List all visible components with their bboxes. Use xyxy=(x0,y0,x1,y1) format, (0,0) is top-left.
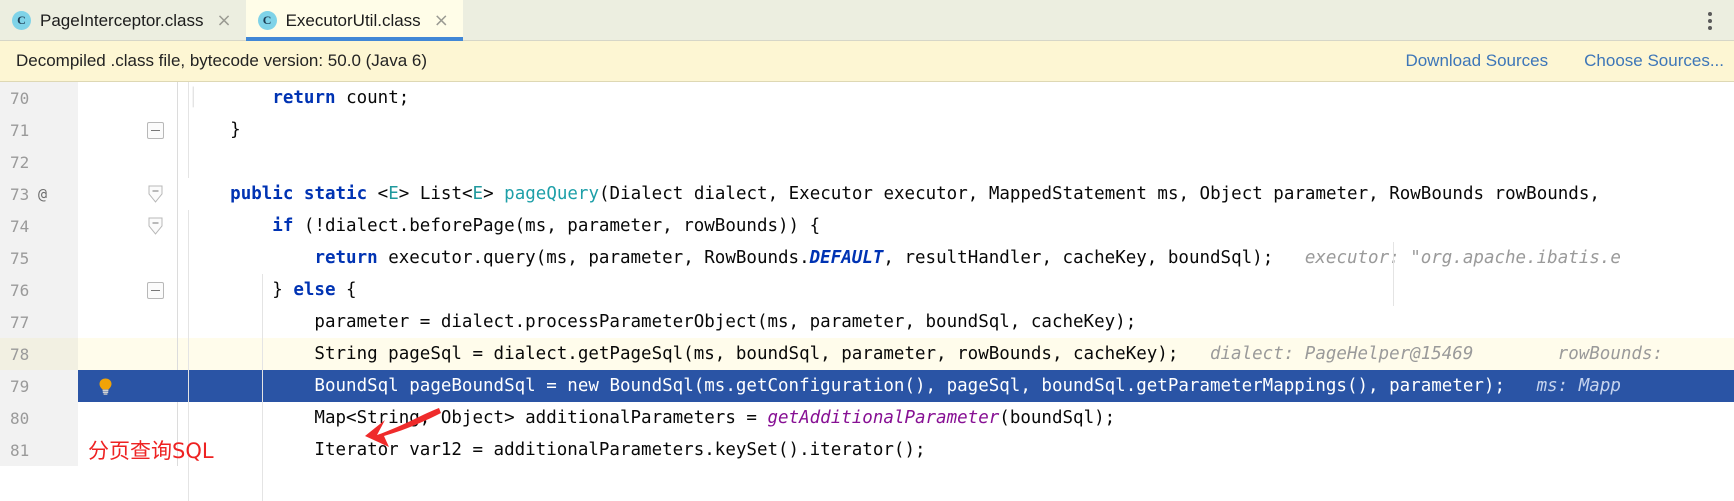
line-number[interactable]: 79 xyxy=(0,370,78,402)
line-number[interactable]: 72 xyxy=(0,146,78,178)
gutter-icon-column[interactable] xyxy=(78,338,132,370)
code-line-row[interactable]: 72 xyxy=(0,146,1734,178)
banner-message: Decompiled .class file, bytecode version… xyxy=(16,51,428,70)
gutter-icon-column[interactable] xyxy=(78,242,132,274)
code-line-row[interactable]: 78 String pageSql = dialect.getPageSql(m… xyxy=(0,338,1734,370)
decompiled-notification-banner: Decompiled .class file, bytecode version… xyxy=(0,41,1734,82)
more-options-icon[interactable] xyxy=(1702,0,1718,41)
tab-label: ExecutorUtil.class xyxy=(285,10,421,30)
kebab-dot xyxy=(1708,25,1712,30)
code-line-row[interactable]: 76 } else { xyxy=(0,274,1734,306)
download-sources-link[interactable]: Download Sources xyxy=(1405,51,1548,71)
text-caret xyxy=(1398,485,1400,501)
code-text: │ return count; xyxy=(188,88,410,108)
fold-expanded-icon[interactable] xyxy=(148,185,163,204)
close-icon[interactable]: × xyxy=(434,11,449,30)
code-text: if (!dialect.beforePage(ms, parameter, r… xyxy=(272,216,821,236)
user-annotation-label: 分页查询SQL xyxy=(88,439,214,463)
close-icon[interactable]: × xyxy=(216,11,231,30)
fold-column[interactable] xyxy=(132,402,178,434)
code-line-row[interactable]: 75 return executor.query(ms, parameter, … xyxy=(0,242,1734,274)
code-line-row-selected[interactable]: 79 BoundSql pageBoundSql = new BoundSql(… xyxy=(0,370,1734,402)
line-number[interactable]: 71 xyxy=(0,114,78,146)
tab-page-interceptor[interactable]: C PageInterceptor.class × xyxy=(0,0,246,41)
tab-executor-util[interactable]: C ExecutorUtil.class × xyxy=(245,0,463,41)
kebab-dot xyxy=(1708,11,1712,16)
code-text: String pageSql = dialect.getPageSql(ms, … xyxy=(188,344,1664,364)
banner-actions: Download Sources Choose Sources... xyxy=(1405,51,1724,71)
lightbulb-icon[interactable] xyxy=(96,377,115,396)
line-number[interactable]: 76 xyxy=(0,274,78,306)
inlay-hint: executor: "org.apache.ibatis.e xyxy=(1304,248,1621,268)
gutter-icon-column[interactable] xyxy=(78,306,132,338)
code-line-row[interactable]: 80 Map<String, Object> additionalParamet… xyxy=(0,402,1734,434)
line-number[interactable]: 81 xyxy=(0,434,78,466)
code-text: public static <E> List<E> pageQuery(Dial… xyxy=(230,184,1600,204)
java-class-icon: C xyxy=(257,11,277,30)
line-number[interactable]: 74 xyxy=(0,210,78,242)
gutter-icon-column[interactable] xyxy=(78,146,132,178)
choose-sources-link[interactable]: Choose Sources... xyxy=(1584,51,1724,71)
gutter-icon-column[interactable] xyxy=(78,402,132,434)
annotation-marker: @ xyxy=(38,185,48,203)
code-text: Iterator var12 = additionalParameters.ke… xyxy=(188,440,926,460)
fold-column[interactable] xyxy=(132,146,178,178)
code-editor[interactable]: 70 │ return count; 71 } 72 73 @ public s… xyxy=(0,82,1734,501)
inlay-hint: ms: Mapp xyxy=(1536,376,1621,396)
fold-column[interactable] xyxy=(132,370,178,402)
line-number[interactable]: 73 @ xyxy=(0,178,78,210)
tab-label: PageInterceptor.class xyxy=(40,10,204,30)
fold-column[interactable] xyxy=(132,338,178,370)
gutter-icon-column[interactable] xyxy=(78,178,132,210)
fold-column[interactable] xyxy=(132,82,178,114)
gutter-icon-column[interactable] xyxy=(78,274,132,306)
editor-tab-bar: C PageInterceptor.class × C ExecutorUtil… xyxy=(0,0,1734,41)
code-line-row[interactable]: 81 Iterator var12 = additionalParameters… xyxy=(0,434,1734,466)
code-line-row[interactable]: 77 parameter = dialect.processParameterO… xyxy=(0,306,1734,338)
gutter-icon-column[interactable] xyxy=(78,210,132,242)
inlay-hint: dialect: PageHelper@15469 rowBounds: xyxy=(1209,344,1664,364)
line-number[interactable]: 75 xyxy=(0,242,78,274)
gutter-icon-column[interactable] xyxy=(78,370,132,402)
fold-column[interactable] xyxy=(132,242,178,274)
fold-collapse-icon[interactable] xyxy=(146,281,164,299)
fold-collapse-icon[interactable] xyxy=(146,121,164,139)
code-text: } xyxy=(188,120,241,140)
fold-column[interactable] xyxy=(132,306,178,338)
line-number[interactable]: 77 xyxy=(0,306,78,338)
code-line-row[interactable]: 73 @ public static <E> List<E> pageQuery… xyxy=(0,178,1734,210)
code-text: BoundSql pageBoundSql = new BoundSql(ms.… xyxy=(188,376,1621,396)
red-arrow-icon xyxy=(365,408,441,447)
java-class-icon: C xyxy=(12,11,31,30)
code-text: Map<String, Object> additionalParameters… xyxy=(188,408,1116,428)
line-number[interactable]: 78 xyxy=(0,338,78,370)
gutter-icon-column[interactable] xyxy=(78,82,132,114)
gutter-icon-column[interactable] xyxy=(78,114,132,146)
code-text: } else { xyxy=(188,280,357,300)
fold-column[interactable] xyxy=(132,114,178,146)
fold-column[interactable] xyxy=(132,178,178,210)
code-line-row[interactable]: 71 } xyxy=(0,114,1734,146)
code-text: return executor.query(ms, parameter, Row… xyxy=(314,248,1621,268)
fold-column[interactable] xyxy=(132,274,178,306)
fold-column[interactable] xyxy=(132,210,178,242)
line-number[interactable]: 70 xyxy=(0,82,78,114)
fold-expanded-icon[interactable] xyxy=(148,217,163,236)
code-text: parameter = dialect.processParameterObje… xyxy=(188,312,1137,332)
code-line-row[interactable]: 70 │ return count; xyxy=(0,82,1734,114)
kebab-dot xyxy=(1708,18,1712,23)
line-number[interactable]: 80 xyxy=(0,402,78,434)
code-line-row[interactable]: 74 if (!dialect.beforePage(ms, parameter… xyxy=(0,210,1734,242)
